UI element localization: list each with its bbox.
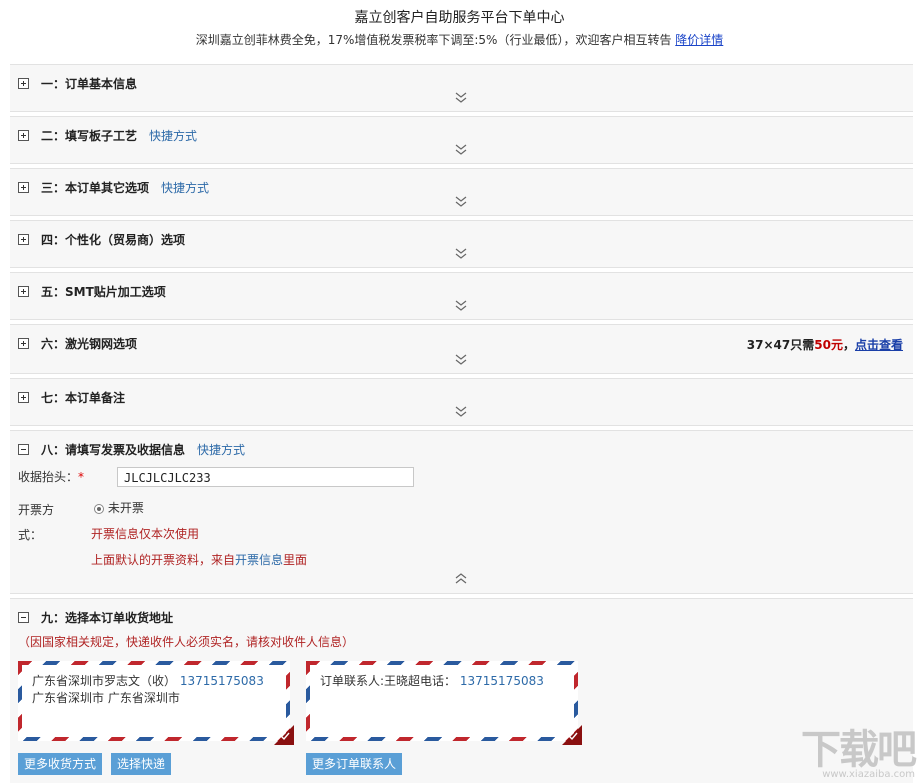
quick-link[interactable]: 快捷方式 xyxy=(161,179,209,196)
section-header[interactable]: 九：选择本订单收货地址 xyxy=(18,609,173,625)
section-smt: 五：SMT贴片加工选项 xyxy=(10,272,913,320)
price-note-separator: ， xyxy=(842,338,855,352)
recipient-phone: 13715175083 xyxy=(179,674,264,688)
invoice-hint-2-suffix: 里面 xyxy=(283,553,308,567)
receipt-title-row: 收据抬头：* JLCJLCJLC233 xyxy=(18,467,438,489)
minus-square-icon[interactable] xyxy=(18,443,29,455)
minus-square-icon[interactable] xyxy=(18,611,29,623)
plus-square-icon[interactable] xyxy=(18,337,29,349)
double-chevron-down-icon[interactable] xyxy=(455,248,467,260)
section-title: 一：订单基本信息 xyxy=(41,76,138,91)
notice-bar: 深圳嘉立创菲林费全免，17%增值税发票税率下调至:5%（行业最低），欢迎客户相互… xyxy=(0,32,919,48)
contact-phone: 13715175083 xyxy=(459,674,544,688)
section-header[interactable]: 一：订单基本信息 xyxy=(18,75,137,91)
contact-card[interactable]: 订单联系人:王晓超电话： 13715175083 xyxy=(306,661,582,745)
section-other-options: 三：本订单其它选项 快捷方式 xyxy=(10,168,913,216)
section-header[interactable]: 五：SMT贴片加工选项 xyxy=(18,283,166,299)
contact-name: 订单联系人:王晓超电话： xyxy=(320,674,457,688)
section-laser-stencil: 六：激光钢网选项 37×47只需50元，点击查看 xyxy=(10,324,913,374)
price-detail-link[interactable]: 降价详情 xyxy=(675,33,723,47)
section-personalization: 四：个性化（贸易商）选项 xyxy=(10,220,913,268)
stencil-price-note: 37×47只需50元，点击查看 xyxy=(747,336,903,353)
double-chevron-up-icon[interactable] xyxy=(455,573,467,585)
address-card-content: 广东省深圳市罗志文（收） 13715175083 广东省深圳市 广东省深圳市 xyxy=(22,665,286,737)
invoice-type-label: 开票方 式： xyxy=(18,501,54,543)
section-title: 八：请填写发票及收据信息 xyxy=(41,442,186,457)
section-title: 七：本订单备注 xyxy=(41,390,126,405)
section-header[interactable]: 七：本订单备注 xyxy=(18,389,125,405)
contact-line: 订单联系人:王晓超电话： 13715175083 xyxy=(320,673,564,690)
double-chevron-down-icon[interactable] xyxy=(455,144,467,156)
section-header[interactable]: 三：本订单其它选项 快捷方式 xyxy=(18,179,209,195)
double-chevron-down-icon[interactable] xyxy=(455,354,467,366)
section-order-remarks: 七：本订单备注 xyxy=(10,378,913,426)
address-line-1: 广东省深圳市罗志文（收） 13715175083 xyxy=(32,673,276,690)
invoice-option-label: 未开票 xyxy=(107,501,144,515)
more-contacts-button[interactable]: 更多订单联系人 xyxy=(306,753,403,775)
section-title: 三：本订单其它选项 xyxy=(41,180,150,195)
click-view-link[interactable]: 点击查看 xyxy=(855,338,903,352)
double-chevron-down-icon[interactable] xyxy=(455,300,467,312)
price-value: 50元 xyxy=(814,338,843,352)
invoice-hint-2-prefix: 上面默认的开票资料，来自 xyxy=(91,553,236,567)
section-invoice: 八：请填写发票及收据信息 快捷方式 收据抬头：* JLCJLCJLC233 开票… xyxy=(10,430,913,594)
double-chevron-down-icon[interactable] xyxy=(455,92,467,104)
invoice-type-option[interactable]: 未开票 xyxy=(94,499,144,516)
check-icon xyxy=(568,732,578,741)
plus-square-icon[interactable] xyxy=(18,181,29,193)
section-title: 九：选择本订单收货地址 xyxy=(41,610,174,625)
section-title: 六：激光钢网选项 xyxy=(41,336,138,351)
address-line-2: 广东省深圳市 广东省深圳市 xyxy=(32,691,180,705)
price-note-text: 37×47只需 xyxy=(746,338,815,352)
section-title: 二：填写板子工艺 xyxy=(41,128,138,143)
choose-express-button[interactable]: 选择快递 xyxy=(111,753,172,775)
plus-square-icon[interactable] xyxy=(18,129,29,141)
page-header: 嘉立创客户自助服务平台下单中心 深圳嘉立创菲林费全免，17%增值税发票税率下调至… xyxy=(0,0,919,61)
more-delivery-button[interactable]: 更多收货方式 xyxy=(18,753,103,775)
plus-square-icon[interactable] xyxy=(18,285,29,297)
invoice-hint-1: 开票信息仅本次使用 xyxy=(91,527,200,541)
double-chevron-down-icon[interactable] xyxy=(455,406,467,418)
section-order-basic: 一：订单基本信息 xyxy=(10,64,913,112)
contact-card-content: 订单联系人:王晓超电话： 13715175083 xyxy=(310,665,574,737)
check-icon xyxy=(280,732,290,741)
watermark-logo: 下载吧 www.xiazaiba.com xyxy=(801,717,917,780)
recipient-name: 广东省深圳市罗志文（收） xyxy=(32,674,177,688)
section-title: 五：SMT贴片加工选项 xyxy=(41,284,166,299)
plus-square-icon[interactable] xyxy=(18,391,29,403)
radio-selected-icon[interactable] xyxy=(94,503,104,514)
section-header[interactable]: 二：填写板子工艺 快捷方式 xyxy=(18,127,197,143)
invoice-info-link[interactable]: 开票信息 xyxy=(235,553,283,567)
section-title: 四：个性化（贸易商）选项 xyxy=(41,232,186,247)
invoice-hint-2: 上面默认的开票资料，来自开票信息里面 xyxy=(91,551,307,568)
receipt-title-label: 收据抬头： xyxy=(18,470,79,484)
realname-warning: （因国家相关规定，快递收件人必须实名，请核对收件人信息） xyxy=(18,635,355,649)
plus-square-icon[interactable] xyxy=(18,233,29,245)
plus-square-icon[interactable] xyxy=(18,77,29,89)
section-header[interactable]: 八：请填写发票及收据信息 快捷方式 xyxy=(18,441,245,457)
section-header[interactable]: 四：个性化（贸易商）选项 xyxy=(18,231,185,247)
watermark-text: 下载吧 xyxy=(801,727,917,773)
required-mark: * xyxy=(78,470,85,484)
address-card[interactable]: 广东省深圳市罗志文（收） 13715175083 广东省深圳市 广东省深圳市 xyxy=(18,661,294,745)
double-chevron-down-icon[interactable] xyxy=(455,196,467,208)
invoice-type-label-line1: 开票方 xyxy=(18,503,55,517)
page-title: 嘉立创客户自助服务平台下单中心 xyxy=(354,10,565,26)
notice-text: 深圳嘉立创菲林费全免，17%增值税发票税率下调至:5%（行业最低），欢迎客户相互… xyxy=(195,33,672,47)
receipt-title-input[interactable]: JLCJLCJLC233 xyxy=(117,467,414,487)
invoice-type-label-line2: 式： xyxy=(18,528,43,542)
quick-link[interactable]: 快捷方式 xyxy=(149,127,197,144)
section-delivery-address: 九：选择本订单收货地址 （因国家相关规定，快递收件人必须实名，请核对收件人信息）… xyxy=(10,598,913,783)
section-board-craft: 二：填写板子工艺 快捷方式 xyxy=(10,116,913,164)
section-header[interactable]: 六：激光钢网选项 xyxy=(18,335,137,351)
quick-link[interactable]: 快捷方式 xyxy=(197,441,245,458)
